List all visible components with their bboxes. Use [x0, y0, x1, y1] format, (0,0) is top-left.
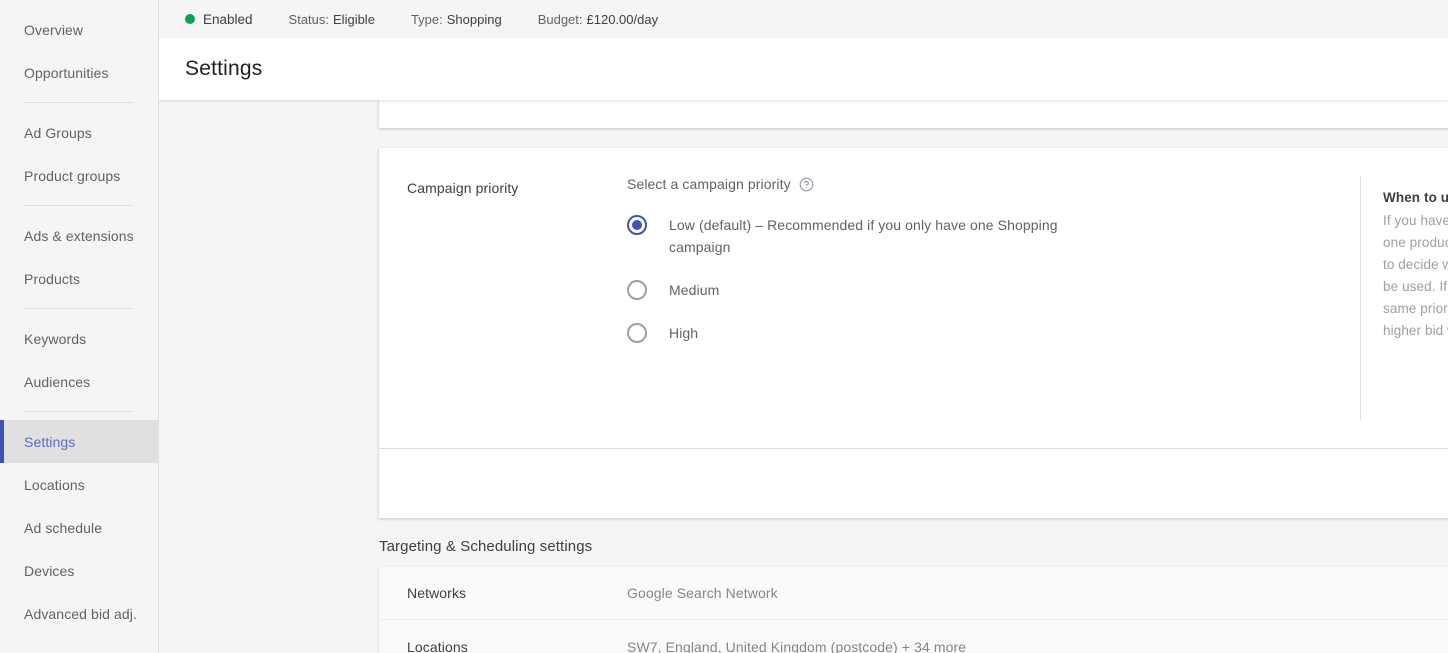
campaign-priority-card: Campaign priority Select a campaign prio… — [379, 148, 1448, 518]
sidebar-item-label: Advanced bid adj. — [24, 606, 137, 622]
sidebar-item-ad-schedule[interactable]: Ad schedule — [0, 506, 158, 549]
targeting-settings-card: Networks Google Search Network Locations… — [379, 567, 1448, 653]
page-title: Settings — [185, 57, 262, 81]
sidebar-item-label: Products — [24, 271, 80, 287]
status-item-budget: Budget: £120.00/day — [538, 12, 658, 27]
status-key-status: Status: — [289, 12, 329, 27]
campaign-priority-sublabel-row: Select a campaign priority — [627, 176, 1326, 192]
sidebar-item-label: Ad Groups — [24, 125, 92, 141]
sidebar-divider — [24, 308, 134, 309]
sidebar: Overview Opportunities Ad Groups Product gr… — [0, 0, 159, 653]
radio-option-low[interactable]: Low (default) – Recommended if you only … — [627, 214, 1326, 258]
campaign-priority-actions: CANCEL SAVE — [379, 448, 1448, 518]
radio-option-high[interactable]: High — [627, 322, 1326, 344]
setting-row-locations[interactable]: Locations SW7, England, United Kingdom (… — [379, 620, 1448, 653]
radio-icon-medium[interactable] — [627, 280, 647, 300]
sidebar-item-label: Product groups — [24, 168, 120, 184]
setting-value-networks: Google Search Network — [627, 585, 1448, 601]
radio-label-low: Low (default) – Recommended if you only … — [669, 214, 1099, 258]
campaign-priority-label: Campaign priority — [379, 176, 627, 420]
radio-option-medium[interactable]: Medium — [627, 279, 1326, 301]
sidebar-item-label: Locations — [24, 477, 85, 493]
radio-icon-high[interactable] — [627, 323, 647, 343]
sidebar-item-label: Keywords — [24, 331, 86, 347]
sidebar-item-label: Ad schedule — [24, 520, 102, 536]
help-circle-icon[interactable] — [799, 177, 814, 192]
cancel-button[interactable]: CANCEL — [1440, 468, 1448, 500]
sidebar-item-locations[interactable]: Locations — [0, 463, 158, 506]
sidebar-item-ad-groups[interactable]: Ad Groups — [0, 111, 158, 154]
status-enabled: Enabled — [185, 12, 253, 27]
sidebar-item-advanced-bid-adj[interactable]: Advanced bid adj. — [0, 592, 158, 635]
setting-label-networks: Networks — [379, 585, 627, 601]
campaign-status-bar: Enabled Status: Eligible Type: Shopping … — [159, 0, 1448, 38]
radio-label-medium: Medium — [669, 279, 719, 301]
sidebar-item-audiences[interactable]: Audiences — [0, 360, 158, 403]
setting-value-locations: SW7, England, United Kingdom (postcode) … — [627, 639, 1448, 653]
sidebar-item-product-groups[interactable]: Product groups — [0, 154, 158, 197]
campaign-priority-body: Campaign priority Select a campaign prio… — [379, 148, 1448, 420]
when-to-use-text: If you have multiple campaigns with one … — [1383, 210, 1448, 342]
sidebar-item-settings[interactable]: Settings — [0, 420, 158, 463]
sidebar-divider — [24, 205, 134, 206]
status-item-type: Type: Shopping — [411, 12, 502, 27]
sidebar-divider — [24, 102, 134, 103]
radio-label-high: High — [669, 322, 698, 344]
status-key-type: Type: — [411, 12, 443, 27]
sidebar-divider — [24, 411, 134, 412]
sidebar-item-opportunities[interactable]: Opportunities — [0, 51, 158, 94]
sidebar-item-devices[interactable]: Devices — [0, 549, 158, 592]
card-above-clipped[interactable] — [379, 100, 1448, 128]
setting-label-locations: Locations — [379, 639, 627, 653]
app-root: Overview Opportunities Ad Groups Product gr… — [0, 0, 1448, 653]
status-item-status: Status: Eligible — [289, 12, 375, 27]
campaign-priority-field: Select a campaign priority Low (default)… — [627, 176, 1350, 420]
sidebar-item-label: Devices — [24, 563, 75, 579]
sidebar-item-label: Overview — [24, 22, 83, 38]
main-region: Enabled Status: Eligible Type: Shopping … — [159, 0, 1448, 653]
status-value-type: Shopping — [447, 12, 502, 27]
sidebar-item-label: Opportunities — [24, 65, 109, 81]
sidebar-item-overview[interactable]: Overview — [0, 8, 158, 51]
status-enabled-label: Enabled — [203, 12, 253, 27]
status-value-budget: £120.00/day — [587, 12, 659, 27]
settings-content: Campaign priority Select a campaign prio… — [159, 100, 1448, 653]
campaign-priority-sublabel: Select a campaign priority — [627, 176, 791, 192]
sidebar-item-ads-extensions[interactable]: Ads & extensions — [0, 214, 158, 257]
status-value-status: Eligible — [333, 12, 375, 27]
when-to-use-panel: When to use it If you have multiple camp… — [1360, 176, 1448, 420]
sidebar-item-label: Ads & extensions — [24, 228, 134, 244]
sidebar-item-label: Audiences — [24, 374, 90, 390]
when-to-use-title: When to use it — [1383, 190, 1448, 205]
radio-icon-low[interactable] — [627, 215, 647, 235]
status-key-budget: Budget: — [538, 12, 583, 27]
sidebar-item-label: Settings — [24, 434, 75, 450]
sidebar-item-products[interactable]: Products — [0, 257, 158, 300]
page-header: Settings — [159, 38, 1448, 100]
setting-row-networks[interactable]: Networks Google Search Network — [379, 567, 1448, 620]
sidebar-item-keywords[interactable]: Keywords — [0, 317, 158, 360]
status-dot-icon — [185, 14, 195, 24]
targeting-section-heading: Targeting & Scheduling settings — [379, 538, 1448, 555]
